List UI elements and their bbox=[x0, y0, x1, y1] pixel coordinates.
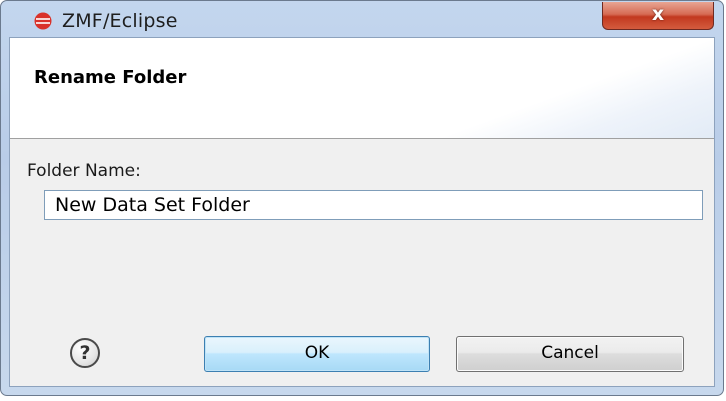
ok-button[interactable]: OK bbox=[204, 336, 430, 372]
dialog-client-area: Rename Folder Folder Name: ? OK Cancel bbox=[9, 37, 715, 387]
dialog-heading: Rename Folder bbox=[34, 67, 187, 88]
folder-name-input[interactable] bbox=[44, 190, 703, 220]
cancel-button[interactable]: Cancel bbox=[456, 336, 684, 372]
window-title: ZMF/Eclipse bbox=[62, 10, 178, 32]
close-icon: x bbox=[651, 3, 665, 25]
title-bar[interactable]: ZMF/Eclipse x bbox=[2, 2, 724, 38]
eclipse-icon bbox=[34, 12, 52, 30]
close-button[interactable]: x bbox=[602, 2, 714, 30]
help-icon[interactable]: ? bbox=[70, 338, 100, 368]
title-banner: Rename Folder bbox=[10, 38, 714, 139]
dialog-window: ZMF/Eclipse x Rename Folder Folder Name:… bbox=[0, 0, 726, 401]
folder-name-label: Folder Name: bbox=[27, 161, 141, 181]
